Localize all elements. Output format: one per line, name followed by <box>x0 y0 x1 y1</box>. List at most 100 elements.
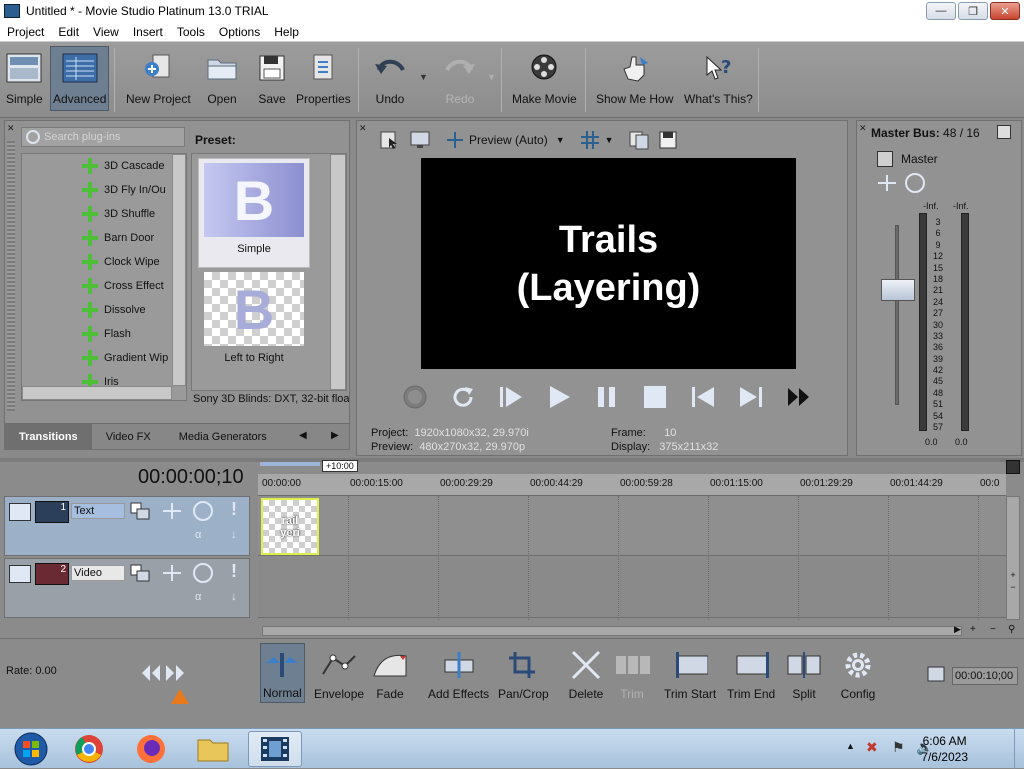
tree-item[interactable]: Clock Wipe <box>82 250 160 274</box>
tab-scroll-left-icon[interactable]: ◀ <box>299 430 307 441</box>
advanced-button[interactable]: Advanced <box>50 46 110 111</box>
redo-dropdown-icon[interactable]: ▼ <box>487 72 496 82</box>
overlays-grid-icon[interactable] <box>579 130 601 150</box>
menu-help[interactable]: Help <box>267 25 306 39</box>
menu-tools[interactable]: Tools <box>170 25 212 39</box>
undo-dropdown-icon[interactable]: ▼ <box>419 72 428 82</box>
open-button[interactable]: Open <box>204 50 240 106</box>
marker-icon[interactable] <box>1006 460 1020 474</box>
tree-hscrollbar[interactable] <box>22 386 172 400</box>
track-expand-icon[interactable] <box>9 565 31 583</box>
mixer-properties-icon[interactable] <box>997 125 1011 139</box>
mute-icon[interactable] <box>905 173 925 193</box>
stop-icon[interactable] <box>639 381 671 413</box>
play-from-start-icon[interactable] <box>495 381 527 413</box>
preset-left-to-right[interactable]: B Left to Right <box>198 272 310 364</box>
tree-scrollbar[interactable] <box>172 154 186 386</box>
compositing-mode-icon[interactable] <box>129 563 151 583</box>
firefox-icon[interactable] <box>124 731 178 767</box>
solo-icon[interactable]: ! <box>231 561 237 582</box>
normal-edit-tool-button[interactable]: Normal <box>260 643 305 703</box>
more-transport-icon[interactable] <box>783 381 815 413</box>
tab-video-fx[interactable]: Video FX <box>92 424 165 450</box>
shuttle-control[interactable] <box>140 663 186 683</box>
search-input[interactable]: Search plug-ins <box>21 127 185 147</box>
tab-media-generators[interactable]: Media Generators <box>165 424 281 450</box>
shuttle-marker-icon[interactable] <box>170 687 190 705</box>
menu-options[interactable]: Options <box>212 25 267 39</box>
trim-start-button[interactable]: Trim Start <box>664 647 716 701</box>
track-motion-icon[interactable] <box>161 563 183 583</box>
timeline-vscrollbar[interactable] <box>1006 496 1020 620</box>
menu-project[interactable]: Project <box>0 25 51 39</box>
level-icon[interactable]: ↓ <box>231 527 237 541</box>
start-button[interactable] <box>4 731 58 767</box>
close-icon[interactable]: ✕ <box>859 123 867 134</box>
track-motion-icon[interactable] <box>161 501 183 521</box>
menu-insert[interactable]: Insert <box>126 25 170 39</box>
tree-item[interactable]: 3D Shuffle <box>82 202 155 226</box>
properties-button[interactable]: Properties <box>296 50 351 106</box>
track-lane-text[interactable] <box>258 496 1006 556</box>
tree-item[interactable]: Gradient Wip <box>82 346 168 370</box>
undo-button[interactable]: Undo <box>372 50 408 106</box>
zoom-out-vertical-icon[interactable]: − <box>1006 582 1020 592</box>
tab-transitions[interactable]: Transitions <box>5 423 92 450</box>
zoom-out-icon[interactable]: − <box>990 624 996 635</box>
compositing-mode-icon[interactable] <box>129 501 151 521</box>
composite-alpha-icon[interactable]: α <box>195 529 201 541</box>
close-icon[interactable]: ✕ <box>7 123 15 134</box>
envelope-tool-button[interactable]: Envelope <box>314 647 364 701</box>
show-me-how-button[interactable]: Show Me How <box>596 50 673 106</box>
track-name[interactable]: Text <box>71 503 125 519</box>
tree-item[interactable]: 3D Cascade <box>82 154 165 178</box>
loop-icon[interactable] <box>447 381 479 413</box>
action-center-icon[interactable]: ⚑ <box>892 739 905 756</box>
timeline-hscrollbar[interactable] <box>262 626 962 636</box>
split-icon[interactable] <box>875 173 899 193</box>
show-desktop-button[interactable] <box>1014 729 1024 769</box>
config-button[interactable]: Config <box>840 647 876 701</box>
zoom-in-icon[interactable]: + <box>970 624 976 635</box>
system-clock[interactable]: 6:06 AM 7/6/2023 <box>921 733 968 765</box>
track-expand-icon[interactable] <box>9 503 31 521</box>
pause-icon[interactable] <box>591 381 623 413</box>
save-snapshot-icon[interactable] <box>658 130 680 150</box>
movie-studio-taskbar-icon[interactable] <box>248 731 302 767</box>
external-monitor-icon[interactable] <box>409 130 431 150</box>
preset-scrollbar[interactable] <box>330 154 346 390</box>
network-icon[interactable]: ✖ <box>866 739 878 756</box>
master-fx-icon[interactable] <box>877 151 893 167</box>
redo-button[interactable]: Redo <box>442 50 478 106</box>
track-header-text[interactable]: 1 Text ! α ↓ <box>4 496 250 556</box>
tree-item[interactable]: Dissolve <box>82 298 146 322</box>
maximize-button[interactable]: ❐ <box>958 2 988 20</box>
fade-tool-button[interactable]: Fade <box>372 647 408 701</box>
event-properties-icon[interactable] <box>926 665 946 683</box>
split-screen-icon[interactable] <box>445 130 465 150</box>
tree-item[interactable]: 3D Fly In/Ou <box>82 178 166 202</box>
track-name[interactable]: Video <box>71 565 125 581</box>
scroll-right-icon[interactable]: ▶ <box>954 624 961 635</box>
composite-alpha-icon[interactable]: α <box>195 591 201 603</box>
zoom-in-vertical-icon[interactable]: + <box>1006 570 1020 580</box>
mute-icon[interactable] <box>193 563 213 583</box>
whats-this-button[interactable]: ? What's This? <box>684 50 753 106</box>
chevron-down-icon[interactable]: ▼ <box>605 135 614 145</box>
trim-button[interactable]: Trim <box>614 647 650 701</box>
play-icon[interactable] <box>543 381 575 413</box>
panel-grip[interactable] <box>7 141 15 411</box>
chevron-down-icon[interactable]: ▼ <box>556 135 565 145</box>
trim-end-button[interactable]: Trim End <box>727 647 775 701</box>
delete-button[interactable]: Delete <box>568 647 604 701</box>
menu-edit[interactable]: Edit <box>51 25 86 39</box>
tab-scroll-right-icon[interactable]: ▶ <box>331 430 339 441</box>
new-project-button[interactable]: New Project <box>126 50 191 106</box>
pan-crop-button[interactable]: Pan/Crop <box>498 647 549 701</box>
go-to-start-icon[interactable] <box>687 381 719 413</box>
tree-item[interactable]: Barn Door <box>82 226 154 250</box>
level-icon[interactable]: ↓ <box>231 589 237 603</box>
split-button[interactable]: Split <box>786 647 822 701</box>
menu-view[interactable]: View <box>86 25 126 39</box>
simple-button[interactable]: Simple <box>6 50 43 106</box>
